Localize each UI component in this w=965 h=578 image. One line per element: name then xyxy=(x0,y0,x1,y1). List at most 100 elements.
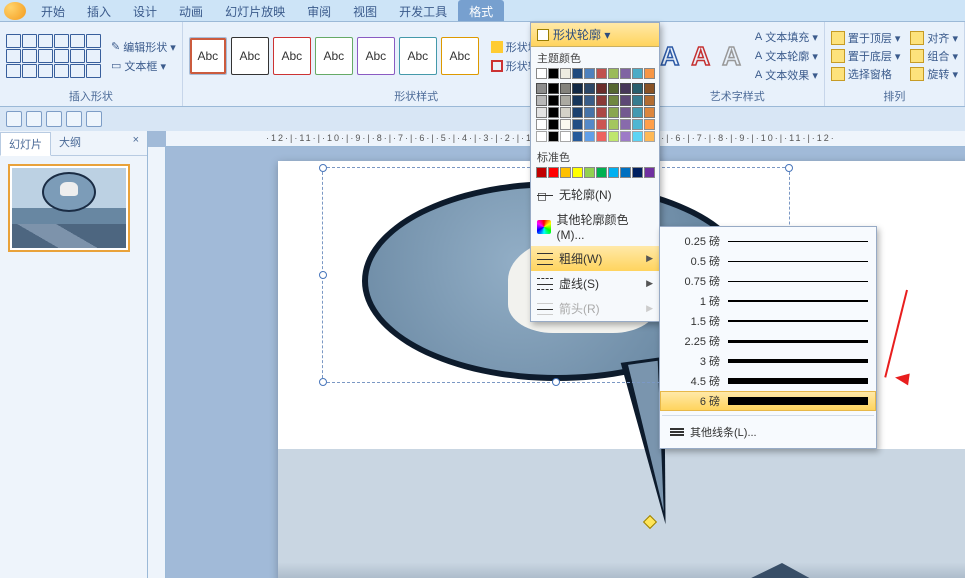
weight-option[interactable]: 6 磅 xyxy=(660,391,876,411)
no-outline-item[interactable]: ◻无轮廓(N) xyxy=(531,182,659,207)
weight-option[interactable]: 2.25 磅 xyxy=(660,331,876,351)
office-button[interactable] xyxy=(4,2,26,20)
color-swatch[interactable] xyxy=(596,119,607,130)
weight-option[interactable]: 1 磅 xyxy=(660,291,876,311)
color-swatch[interactable] xyxy=(548,68,559,79)
color-swatch[interactable] xyxy=(560,167,571,178)
wordart-preset[interactable]: A xyxy=(657,41,684,72)
color-swatch[interactable] xyxy=(596,167,607,178)
color-swatch[interactable] xyxy=(584,95,595,106)
standard-color-grid[interactable] xyxy=(531,167,659,182)
color-swatch[interactable] xyxy=(632,68,643,79)
color-swatch[interactable] xyxy=(584,131,595,142)
textbox-button[interactable]: ▭文本框 ▾ xyxy=(111,58,176,74)
color-swatch[interactable] xyxy=(584,68,595,79)
theme-color-grid[interactable] xyxy=(531,68,659,83)
style-preset[interactable]: Abc xyxy=(441,37,479,75)
color-swatch[interactable] xyxy=(572,131,583,142)
color-swatch[interactable] xyxy=(632,131,643,142)
color-swatch[interactable] xyxy=(572,83,583,94)
color-swatch[interactable] xyxy=(572,68,583,79)
color-swatch[interactable] xyxy=(632,119,643,130)
tab-slides[interactable]: 幻灯片 xyxy=(0,132,51,156)
color-swatch[interactable] xyxy=(584,167,595,178)
color-swatch[interactable] xyxy=(632,95,643,106)
color-swatch[interactable] xyxy=(584,107,595,118)
color-swatch[interactable] xyxy=(620,131,631,142)
style-preset[interactable]: Abc xyxy=(231,37,269,75)
tab-视图[interactable]: 视图 xyxy=(342,0,388,21)
color-swatch[interactable] xyxy=(560,131,571,142)
color-swatch[interactable] xyxy=(560,119,571,130)
wordart-preset[interactable]: A xyxy=(718,41,745,72)
color-swatch[interactable] xyxy=(548,167,559,178)
color-swatch[interactable] xyxy=(560,83,571,94)
color-swatch[interactable] xyxy=(548,107,559,118)
color-swatch[interactable] xyxy=(608,68,619,79)
color-swatch[interactable] xyxy=(644,167,655,178)
edit-shape-button[interactable]: ✎编辑形状 ▾ xyxy=(111,39,176,55)
color-swatch[interactable] xyxy=(644,107,655,118)
color-swatch[interactable] xyxy=(536,131,547,142)
color-swatch[interactable] xyxy=(620,107,631,118)
color-swatch[interactable] xyxy=(560,68,571,79)
text-effects-button[interactable]: A文本效果 ▾ xyxy=(755,67,818,83)
color-swatch[interactable] xyxy=(620,83,631,94)
send-back-button[interactable]: 置于底层 ▾ xyxy=(831,48,901,64)
text-outline-button[interactable]: A文本轮廓 ▾ xyxy=(755,48,818,64)
color-swatch[interactable] xyxy=(644,119,655,130)
style-preset[interactable]: Abc xyxy=(399,37,437,75)
color-swatch[interactable] xyxy=(584,119,595,130)
color-swatch[interactable] xyxy=(536,119,547,130)
color-swatch[interactable] xyxy=(608,167,619,178)
color-swatch[interactable] xyxy=(560,95,571,106)
qat-redo-icon[interactable] xyxy=(46,111,62,127)
more-colors-item[interactable]: 其他轮廓颜色(M)... xyxy=(531,207,659,246)
weight-option[interactable]: 0.75 磅 xyxy=(660,271,876,291)
style-preset[interactable]: Abc xyxy=(315,37,353,75)
wordart-preset[interactable]: A xyxy=(687,41,714,72)
style-preset[interactable]: Abc xyxy=(189,37,227,75)
panel-close-icon[interactable]: × xyxy=(125,131,147,155)
qat-save-icon[interactable] xyxy=(6,111,22,127)
color-swatch[interactable] xyxy=(596,131,607,142)
color-swatch[interactable] xyxy=(644,131,655,142)
color-swatch[interactable] xyxy=(560,107,571,118)
color-swatch[interactable] xyxy=(644,95,655,106)
color-swatch[interactable] xyxy=(608,131,619,142)
color-swatch[interactable] xyxy=(620,95,631,106)
color-swatch[interactable] xyxy=(632,83,643,94)
color-swatch[interactable] xyxy=(644,68,655,79)
color-swatch[interactable] xyxy=(608,119,619,130)
color-swatch[interactable] xyxy=(548,95,559,106)
color-swatch[interactable] xyxy=(632,167,643,178)
tab-设计[interactable]: 设计 xyxy=(122,0,168,21)
color-swatch[interactable] xyxy=(536,107,547,118)
color-swatch[interactable] xyxy=(644,83,655,94)
dashes-item[interactable]: 虚线(S)▶ xyxy=(531,271,659,296)
weight-option[interactable]: 3 磅 xyxy=(660,351,876,371)
weight-option[interactable]: 0.5 磅 xyxy=(660,251,876,271)
color-swatch[interactable] xyxy=(596,83,607,94)
tab-动画[interactable]: 动画 xyxy=(168,0,214,21)
color-swatch[interactable] xyxy=(608,95,619,106)
weight-option[interactable]: 0.25 磅 xyxy=(660,231,876,251)
group-button[interactable]: 组合 ▾ xyxy=(910,48,958,64)
style-preset[interactable]: Abc xyxy=(357,37,395,75)
color-swatch[interactable] xyxy=(536,68,547,79)
color-swatch[interactable] xyxy=(608,83,619,94)
color-swatch[interactable] xyxy=(548,119,559,130)
weight-item[interactable]: 粗细(W)▶ xyxy=(531,246,659,271)
tab-开始[interactable]: 开始 xyxy=(30,0,76,21)
color-swatch[interactable] xyxy=(536,83,547,94)
tab-开发工具[interactable]: 开发工具 xyxy=(388,0,458,21)
style-preset[interactable]: Abc xyxy=(273,37,311,75)
qat-more-icon[interactable] xyxy=(86,111,102,127)
color-swatch[interactable] xyxy=(572,167,583,178)
text-fill-button[interactable]: A文本填充 ▾ xyxy=(755,29,818,45)
tab-幻灯片放映[interactable]: 幻灯片放映 xyxy=(214,0,296,21)
color-swatch[interactable] xyxy=(596,107,607,118)
tab-审阅[interactable]: 审阅 xyxy=(296,0,342,21)
more-lines-item[interactable]: 其他线条(L)... xyxy=(660,420,876,444)
color-swatch[interactable] xyxy=(596,68,607,79)
